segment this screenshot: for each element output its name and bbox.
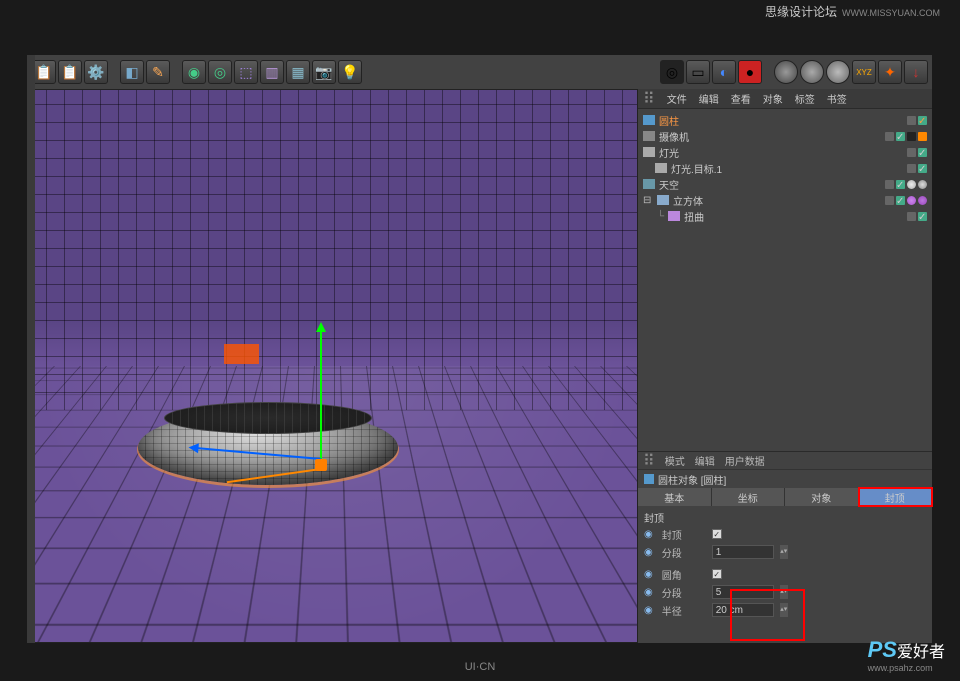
camera-flag xyxy=(224,344,259,364)
main-toolbar: 📋 📋 ⚙️ ◧ ✎ ◉ ◎ ⬚ ▥ ▦ 📷 💡 ◎ ▭ ◐ ● XYZ ✦ ↓ xyxy=(28,55,932,89)
tab-caps[interactable]: 封顶 xyxy=(859,488,933,506)
caps-seg-spinner[interactable]: ▴▾ xyxy=(780,545,788,559)
render-active[interactable]: ● xyxy=(738,60,762,84)
render-settings[interactable]: ◐ xyxy=(712,60,736,84)
app-window: 📋 📋 ⚙️ ◧ ✎ ◉ ◎ ⬚ ▥ ▦ 📷 💡 ◎ ▭ ◐ ● XYZ ✦ ↓ xyxy=(28,55,932,643)
object-tree[interactable]: 圆柱 ✓ 摄像机 ✓ 灯光 ✓ 灯光.目标.1 ✓ xyxy=(638,109,932,451)
axis-xyz[interactable]: XYZ xyxy=(852,60,876,84)
light-icon xyxy=(643,147,655,157)
om-tab-tags[interactable]: 标签 xyxy=(795,91,815,106)
tab-object[interactable]: 对象 xyxy=(785,488,859,506)
fillet-checkbox[interactable]: ✓ xyxy=(712,569,722,579)
tool-pen[interactable]: ✎ xyxy=(146,60,170,84)
tool-redo[interactable]: 📋 xyxy=(58,60,82,84)
tab-basic[interactable]: 基本 xyxy=(638,488,712,506)
sky-icon xyxy=(643,179,655,189)
gizmo-center[interactable] xyxy=(315,459,327,471)
caps-section-header: 封顶 xyxy=(644,509,926,525)
render-picture[interactable]: ▭ xyxy=(686,60,710,84)
om-tab-edit[interactable]: 编辑 xyxy=(699,91,719,106)
tool-array[interactable]: ⬚ xyxy=(234,60,258,84)
null-icon xyxy=(655,163,667,173)
tool-cube[interactable]: ◧ xyxy=(120,60,144,84)
gizmo-y-axis[interactable] xyxy=(320,325,322,465)
attr-object-title: 圆柱对象 [圆柱] xyxy=(638,470,932,488)
om-tab-bookmarks[interactable]: 书签 xyxy=(827,91,847,106)
viewport-3d[interactable] xyxy=(28,89,638,643)
tool-camera[interactable]: 📷 xyxy=(312,60,336,84)
caps-checkbox[interactable]: ✓ xyxy=(712,529,722,539)
cylinder-object[interactable] xyxy=(138,410,398,485)
tool-move[interactable]: ↓ xyxy=(904,60,928,84)
mat-sphere3[interactable] xyxy=(826,60,850,84)
attr-tabs: 基本 坐标 对象 封顶 xyxy=(638,488,932,506)
tool-undo[interactable]: 📋 xyxy=(32,60,56,84)
attr-caps-segments: ◉分段 ▴▾ xyxy=(644,543,926,561)
tool-pan[interactable]: ✦ xyxy=(878,60,902,84)
cylinder-icon xyxy=(643,115,655,125)
mat-sphere1[interactable] xyxy=(774,60,798,84)
tree-item-bend[interactable]: └ 扭曲 ✓ xyxy=(643,208,927,224)
tree-item-camera[interactable]: 摄像机 ✓ xyxy=(643,128,927,144)
object-manager-menu: ⠿ 文件 编辑 查看 对象 标签 书签 xyxy=(638,89,932,109)
attr-fillet-enable: ◉圆角 ✓ xyxy=(644,565,926,583)
center-logo: UI·CN xyxy=(465,661,496,673)
caps-seg-input[interactable] xyxy=(712,545,774,559)
tree-item-sky[interactable]: 天空 ✓ xyxy=(643,176,927,192)
grid xyxy=(29,90,637,642)
tool-nurbs[interactable]: ◎ xyxy=(208,60,232,84)
cylinder-small-icon xyxy=(644,474,654,484)
tree-item-light[interactable]: 灯光 ✓ xyxy=(643,144,927,160)
tool-spline[interactable]: ◉ xyxy=(182,60,206,84)
om-tab-object[interactable]: 对象 xyxy=(763,91,783,106)
attr-menu-mode[interactable]: 模式 xyxy=(665,453,685,468)
deformer-icon xyxy=(668,211,680,221)
tool-floor[interactable]: ▦ xyxy=(286,60,310,84)
tab-coord[interactable]: 坐标 xyxy=(712,488,786,506)
panel-resize-handle[interactable] xyxy=(27,55,35,643)
om-tab-file[interactable]: 文件 xyxy=(667,91,687,106)
highlight-box-inputs xyxy=(730,589,805,641)
mat-sphere2[interactable] xyxy=(800,60,824,84)
render-view[interactable]: ◎ xyxy=(660,60,684,84)
attr-menu-userdata[interactable]: 用户数据 xyxy=(725,453,765,468)
tree-item-cube[interactable]: ⊟ 立方体 ✓ xyxy=(643,192,927,208)
cube-icon xyxy=(657,195,669,205)
tool-settings[interactable]: ⚙️ xyxy=(84,60,108,84)
om-tab-view[interactable]: 查看 xyxy=(731,91,751,106)
watermark-bottom: PS爱好者 www.psahz.com xyxy=(868,637,945,673)
tool-deform[interactable]: ▥ xyxy=(260,60,284,84)
attr-menu-edit[interactable]: 编辑 xyxy=(695,453,715,468)
attr-menu: ⠿ 模式 编辑 用户数据 xyxy=(638,452,932,470)
camera-icon xyxy=(643,131,655,141)
watermark-top: 思缘设计论坛WWW.MISSYUAN.COM xyxy=(765,3,940,20)
tree-item-cylinder[interactable]: 圆柱 ✓ xyxy=(643,112,927,128)
tool-light[interactable]: 💡 xyxy=(338,60,362,84)
tree-item-light-target[interactable]: 灯光.目标.1 ✓ xyxy=(643,160,927,176)
attr-caps-enable: ◉封顶 ✓ xyxy=(644,525,926,543)
